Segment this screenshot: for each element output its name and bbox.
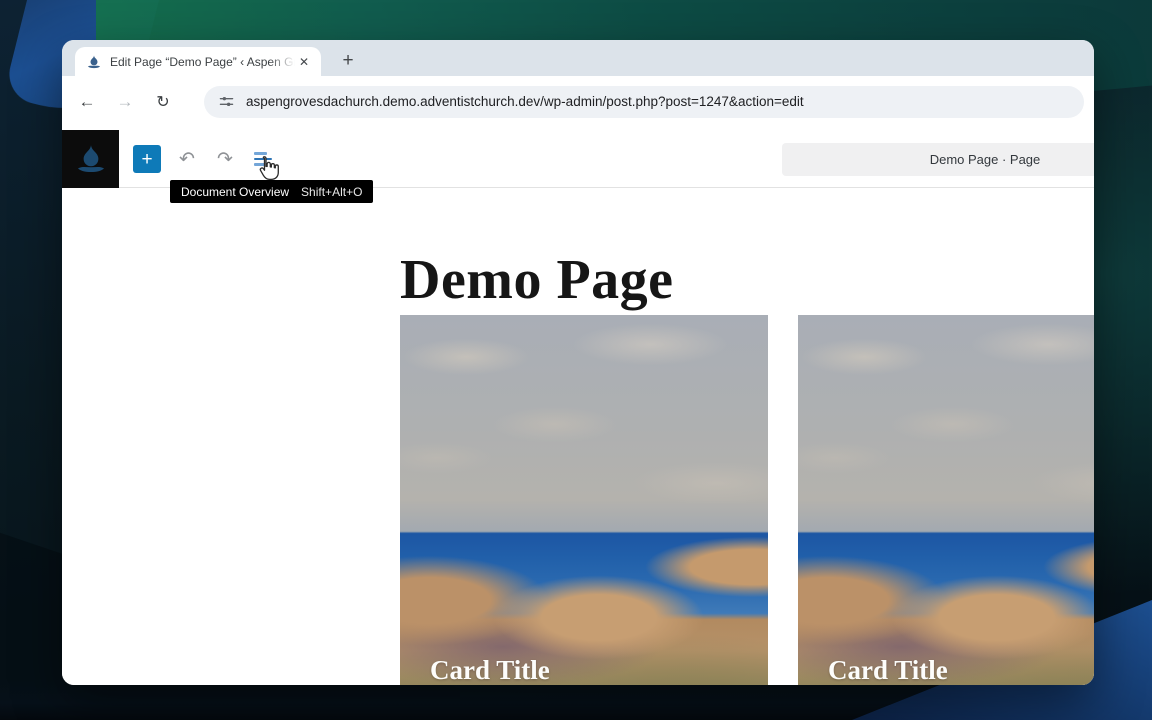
reload-button[interactable]: ↻ xyxy=(148,87,178,117)
tab-strip: Edit Page “Demo Page” ‹ Aspen Gr ✕ + xyxy=(62,40,1094,76)
tooltip-shortcut: Shift+Alt+O xyxy=(301,184,363,199)
tab-title: Edit Page “Demo Page” ‹ Aspen Gr xyxy=(110,54,295,69)
card-block[interactable]: Card Title xyxy=(798,315,1094,685)
block-inserter-button[interactable]: + xyxy=(133,145,161,173)
url-text[interactable]: aspengrovesdachurch.demo.adventistchurch… xyxy=(246,94,804,109)
site-info-icon[interactable] xyxy=(218,93,235,110)
tooltip-label: Document Overview xyxy=(181,184,290,199)
redo-button[interactable]: ↷ xyxy=(211,145,239,173)
browser-window: Edit Page “Demo Page” ‹ Aspen Gr ✕ + ← →… xyxy=(62,40,1094,685)
page-title[interactable]: Demo Page xyxy=(400,248,674,312)
adventist-flame-icon xyxy=(87,54,101,68)
document-bar[interactable]: Demo Page · Page xyxy=(782,143,1094,176)
card-title: Card Title xyxy=(430,655,550,685)
site-logo-button[interactable] xyxy=(62,130,119,188)
document-bar-title: Demo Page · Page xyxy=(929,152,1041,167)
forward-button: → xyxy=(116,91,134,111)
browser-tab[interactable]: Edit Page “Demo Page” ‹ Aspen Gr ✕ xyxy=(75,47,321,76)
tab-close-icon[interactable]: ✕ xyxy=(295,53,313,71)
seascape-painting-image xyxy=(798,315,1094,685)
card-block[interactable]: Card Title xyxy=(400,315,768,685)
new-tab-button[interactable]: + xyxy=(334,47,362,75)
undo-button[interactable]: ↶ xyxy=(173,145,201,173)
browser-toolbar: ← → ↻ aspengrovesdachurch.demo.adventist… xyxy=(62,76,1094,127)
seascape-painting-image xyxy=(400,315,768,685)
adventist-flame-icon xyxy=(77,145,104,173)
card-title: Card Title xyxy=(828,655,948,685)
hand-cursor-icon xyxy=(259,156,279,180)
back-button[interactable]: ← xyxy=(72,87,102,117)
editor-canvas[interactable]: Demo Page Card Title Card Title xyxy=(62,189,1094,685)
address-bar[interactable]: aspengrovesdachurch.demo.adventistchurch… xyxy=(204,85,1084,118)
